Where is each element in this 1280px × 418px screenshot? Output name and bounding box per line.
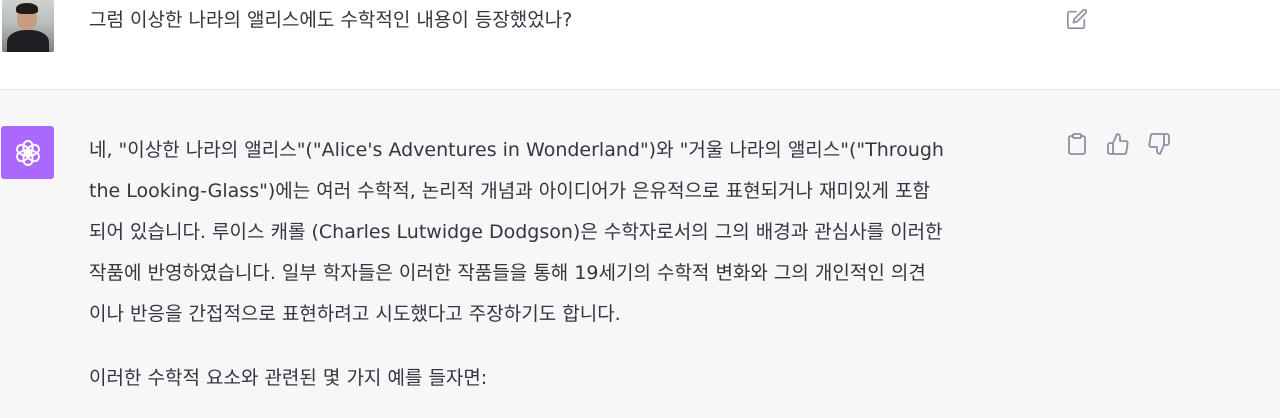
- user-message-text: 그럼 이상한 나라의 앨리스에도 수학적인 내용이 등장했었나?: [89, 9, 573, 31]
- edit-icon[interactable]: [1066, 8, 1088, 30]
- answer-line: 되어 있습니다. 루이스 캐롤 (Charles Lutwidge Dodgso…: [89, 221, 943, 243]
- thumbs-down-icon[interactable]: [1147, 132, 1171, 156]
- assistant-message-row: 네, "이상한 나라의 앨리스"("Alice's Adventures in …: [0, 90, 1280, 418]
- answer-line: the Looking-Glass")에는 여러 수학적, 논리적 개념과 아이…: [89, 180, 930, 202]
- answer-line: 이나 반응을 간접적으로 표현하려고 시도했다고 주장하기도 합니다.: [89, 303, 621, 325]
- assistant-message-text: 네, "이상한 나라의 앨리스"("Alice's Adventures in …: [89, 130, 1049, 399]
- answer-line: 작품에 반영하였습니다. 일부 학자들은 이러한 작품들을 통해 19세기의 수…: [89, 262, 926, 284]
- answer-line: 네, "이상한 나라의 앨리스"("Alice's Adventures in …: [89, 139, 944, 161]
- openai-logo-icon: [1, 126, 54, 179]
- user-message-row: 그럼 이상한 나라의 앨리스에도 수학적인 내용이 등장했었나?: [0, 0, 1280, 90]
- user-avatar: [2, 0, 54, 52]
- clipboard-icon[interactable]: [1065, 132, 1089, 156]
- thumbs-up-icon[interactable]: [1106, 132, 1130, 156]
- answer-paragraph: 이러한 수학적 요소와 관련된 몇 가지 예를 들자면:: [89, 367, 488, 389]
